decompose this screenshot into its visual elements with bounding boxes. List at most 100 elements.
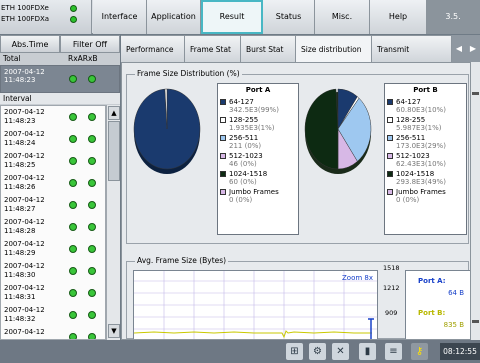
interval-row[interactable]: 2007-04-12 11:48:24 [1,128,105,150]
rx-a-led [69,179,77,187]
tab-scroll-right-icon[interactable]: ▶ [466,35,480,62]
top-bar: ETH 100FDXe ETH 100FDXa Interface Applic… [0,0,480,34]
tab-misc[interactable]: Misc. [315,0,370,34]
legend-label: Jumbo Frames [396,187,446,196]
abs-time-button[interactable]: Abs.Time [0,35,60,53]
rx-a-led [69,245,77,253]
port-b-legend-title: Port B [413,86,438,94]
port-b-pie-chart [304,88,372,174]
legend-swatch [220,170,226,177]
interval-row[interactable]: 2007-04-12 11:48:27 [1,194,105,216]
interval-row[interactable]: 2007-04-12 11:48:23 [1,106,105,128]
tab-frame-stat[interactable]: Frame Stat [185,35,241,62]
interval-row[interactable]: 2007-04-12 11:48:26 [1,172,105,194]
rx-b-led [88,201,96,209]
tab-result[interactable]: Result [201,0,263,34]
legend-item: 128-255 [385,116,466,125]
port-status-led [70,16,77,23]
status-bar: ⊞ ⚙ ✕ ▮ ≡ ⚷ 08:12:55 [0,340,480,363]
tab-performance[interactable]: Performance [121,35,185,62]
port-a-legend: Port A 64-127 342.5E3(99%) 128-255 1.935E3(… [217,83,299,235]
key-icon[interactable]: ⚷ [411,343,428,360]
rx-b-led [88,223,96,231]
rx-a-led [69,333,77,339]
interval-row[interactable]: 2007-04-12 11:48:32 [1,304,105,326]
network-icon[interactable]: ⊞ [286,343,303,360]
legend-swatch [387,152,393,159]
scroll-up-icon[interactable]: ▲ [108,106,120,120]
rx-b-led [88,135,96,143]
scroll-down-icon[interactable] [472,320,479,323]
tab-transmit[interactable]: Transmit [372,35,452,62]
y-tick: 909 [385,309,398,317]
y-tick: 1212 [383,284,400,292]
legend-value: 173.0E3(29%) [396,142,446,150]
rx-b-led [88,157,96,165]
interval-row[interactable]: 2007-04-12 11:48:29 [1,238,105,260]
legend-swatch [220,116,226,123]
port-status-led [70,5,77,12]
port-row[interactable]: ETH 100FDXe [0,3,91,14]
rx-b-led [88,113,96,121]
interval-row[interactable]: 2007-04-12 11:48:31 [1,282,105,304]
legend-value: 0 (0%) [229,196,253,204]
total-row[interactable]: 2007-04-12 11:48:23 [0,65,120,93]
port-list[interactable]: ETH 100FDXe ETH 100FDXa [0,0,92,34]
legend-value: 293.8E3(49%) [396,178,446,186]
interval-row[interactable]: 2007-04-12 11:48:25 [1,150,105,172]
list-icon[interactable]: ≡ [385,343,402,360]
avg-frame-size-group: Avg. Frame Size (Bytes) Zoom 8x 1518 121… [126,256,470,339]
port-b-readout-value: 835 B [443,321,464,329]
tab-burst-stat[interactable]: Burst Stat [241,35,296,62]
interval-row[interactable]: 2007-04-12 11:48:30 [1,260,105,282]
interval-list[interactable]: 2007-04-12 11:48:23 2007-04-12 11:48:24 2007… [0,105,106,340]
tab-interface[interactable]: Interface [93,0,147,34]
port-row[interactable]: ETH 100FDXa [0,14,91,25]
port-b-readout-label: Port B: [418,309,446,317]
tab-size-distribution[interactable]: Size distribution [296,35,372,62]
tools-icon[interactable]: ✕ [332,343,349,360]
total-label: Total [3,54,21,63]
total-header: Total RxARxB [0,53,120,65]
legend-value: 211 (0%) [229,142,262,150]
frame-size-distribution-group: Frame Size Distribution (%) Port A 64-12… [126,69,469,244]
chart-icon[interactable]: ▮ [359,343,376,360]
legend-item: 1024-1518 [385,170,466,179]
settings-icon[interactable]: ⚙ [309,343,326,360]
legend-swatch [387,134,393,141]
rx-b-led [88,333,96,339]
results-area: Performance Frame Stat Burst Stat Size d… [121,35,480,340]
legend-item: 128-255 [218,116,298,125]
content-scrollbar[interactable] [471,62,480,340]
legend-label: 1024-1518 [396,169,435,178]
rx-a-led [69,311,77,319]
tab-scroll-left-icon[interactable]: ◀ [452,35,466,62]
legend-value: 62.43E3(10%) [396,160,446,168]
interval-scrollbar[interactable]: ▲ ▼ [106,105,120,340]
zoom-label: Zoom 8x [341,274,373,282]
rx-b-led [88,75,96,83]
rx-b-led [88,267,96,275]
scroll-down-icon[interactable]: ▼ [108,324,120,338]
rx-b-led [88,311,96,319]
legend-swatch [220,152,226,159]
port-b-line [133,330,372,339]
legend-item: 64-127 [385,98,466,107]
rx-b-led [88,179,96,187]
interval-row[interactable]: 2007-04-12 11:48:28 [1,216,105,238]
rx-a-led [69,201,77,209]
filter-button[interactable]: Filter Off [60,35,120,53]
port-a-pie-chart [133,88,201,174]
tab-help[interactable]: Help [370,0,427,34]
version-label: 3.5. [427,0,480,34]
legend-label: 256-511 [229,133,259,142]
legend-item: Jumbo Frames [218,188,298,197]
port-readout: Port A: 64 B Port B: 835 B [405,270,470,339]
result-sub-tabs: Performance Frame Stat Burst Stat Size d… [121,35,480,62]
tab-status[interactable]: Status [263,0,315,34]
interval-row[interactable]: 2007-04-12 [1,326,105,339]
scroll-up-icon[interactable] [472,92,479,95]
legend-value: 46 (0%) [229,160,257,168]
tab-application[interactable]: Application [147,0,201,34]
scroll-thumb[interactable] [108,121,120,181]
